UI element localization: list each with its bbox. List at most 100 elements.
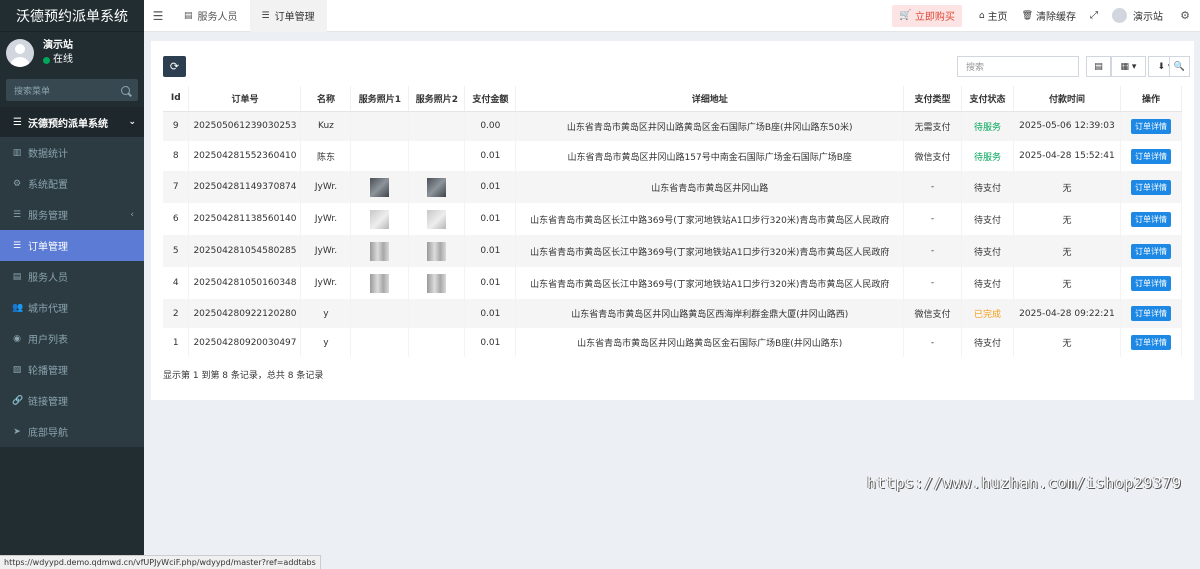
sidebar-item-user-list[interactable]: ◉ 用户列表 — [0, 323, 144, 354]
column-header[interactable]: Id — [163, 86, 190, 112]
cell-pay-type: - — [903, 328, 963, 357]
watermark-url: https://www.huzhan.com/ishop29379 — [867, 474, 1182, 492]
column-header[interactable]: 操作 — [1120, 86, 1183, 112]
clear-cache-link[interactable]: 🗑 清除缓存 — [1022, 8, 1076, 24]
sidebar-item-label: 城市代理 — [28, 304, 68, 315]
cell-address: 山东省青岛市黄岛区长江中路369号(丁家河地铁站A1口步行320米)青岛市黄岛区… — [515, 267, 905, 299]
sidebar-item-bottom-nav[interactable]: ➤ 底部导航 — [0, 416, 144, 447]
service-photo-thumbnail[interactable] — [370, 177, 390, 197]
cell-id: 9 — [163, 111, 190, 141]
avatar — [1112, 8, 1127, 23]
sidebar-item-system-config[interactable]: ⚙ 系统配置 — [0, 168, 144, 199]
order-detail-button[interactable]: 订单详情 — [1130, 335, 1171, 350]
column-header[interactable]: 支付金额 — [464, 86, 517, 112]
cell-pay-status: 待服务 — [961, 111, 1014, 141]
cell-name: JyWr. — [300, 267, 352, 299]
sidebar-item-label: 轮播管理 — [28, 366, 68, 377]
column-header[interactable]: 支付类型 — [903, 86, 963, 112]
column-header[interactable]: 详细地址 — [515, 86, 905, 112]
cell-name: 陈东 — [300, 141, 352, 171]
idcard-icon: ▤ — [184, 10, 193, 21]
refresh-button[interactable]: ⟳ — [163, 56, 186, 77]
search-icon[interactable] — [121, 85, 130, 95]
cell-pay-status: 待支付 — [961, 203, 1014, 235]
service-photo-thumbnail[interactable] — [370, 241, 390, 261]
action-cell: 订单详情 — [1120, 203, 1183, 235]
column-header[interactable]: 服务照片2 — [408, 86, 466, 112]
chevron-left-icon: ‹ — [130, 209, 134, 220]
advanced-search-button[interactable]: 🔍 — [1169, 56, 1190, 77]
service-photo-cell — [350, 203, 410, 235]
cell-pay-type: - — [903, 235, 963, 267]
order-detail-button[interactable]: 订单详情 — [1130, 148, 1171, 164]
cell-address: 山东省青岛市黄岛区井冈山路黄岛区西海岸利群金鼎大厦(井冈山路西) — [515, 299, 905, 328]
service-photo-cell — [408, 267, 466, 299]
cell-order-no: 202505061239030253 — [188, 111, 302, 141]
service-photo-cell — [350, 111, 410, 141]
cart-icon: 🛒 — [899, 10, 912, 21]
sidebar-search-input[interactable]: 搜索菜单 — [6, 79, 138, 101]
cell-amount: 0.01 — [464, 171, 517, 203]
cell-id: 7 — [163, 171, 190, 203]
order-detail-button[interactable]: 订单详情 — [1130, 118, 1171, 134]
sidebar-item-service-staff[interactable]: ▤ 服务人员 — [0, 261, 144, 292]
tab-order-management[interactable]: ☰ 订单管理 — [249, 0, 327, 32]
cell-pay-status: 待支付 — [961, 235, 1014, 267]
pagination-info: 显示第 1 到第 8 条记录，总共 8 条记录 — [163, 371, 324, 381]
service-photo-thumbnail[interactable] — [427, 177, 447, 197]
sidebar-item-label: 链接管理 — [28, 397, 68, 408]
service-photo-cell — [408, 203, 466, 235]
cell-pay-time: 2025-04-28 09:22:21 — [1013, 299, 1121, 328]
list-icon: ☰ — [12, 209, 22, 220]
action-cell: 订单详情 — [1120, 141, 1183, 171]
app-title[interactable]: 沃德预约派单系统 — [0, 0, 144, 32]
service-photo-thumbnail[interactable] — [427, 209, 447, 229]
send-icon: ➤ — [13, 426, 21, 437]
home-link[interactable]: ⌂ 主页 — [979, 8, 1008, 24]
cell-pay-time: 无 — [1013, 203, 1121, 235]
menu-toggle-icon[interactable]: ☰ — [144, 9, 172, 23]
service-photo-thumbnail[interactable] — [370, 273, 390, 293]
service-photo-thumbnail[interactable] — [427, 273, 447, 293]
columns-button[interactable]: ▦ ▾ — [1111, 56, 1146, 77]
user-menu[interactable]: 演示站 — [1112, 8, 1163, 23]
buy-now-button[interactable]: 🛒 立即购买 — [892, 4, 962, 27]
cell-pay-status: 待支付 — [961, 328, 1014, 357]
table-row: 6 202504281138560140 JyWr. 0.01 山东省青岛市黄岛区长江中… — [163, 203, 1183, 235]
cell-order-no: 202504281149370874 — [188, 171, 302, 203]
image-icon: ▨ — [12, 364, 22, 375]
cell-order-no: 202504281552360410 — [188, 141, 302, 171]
sidebar-item-link-management[interactable]: 🔗 链接管理 — [0, 385, 144, 416]
column-header[interactable]: 名称 — [300, 86, 352, 112]
cell-pay-status: 待支付 — [961, 267, 1014, 299]
sidebar-item-service-management[interactable]: ☰ 服务管理 ‹ — [0, 199, 144, 230]
link-icon: 🔗 — [12, 395, 24, 406]
tab-service-staff[interactable]: ▤ 服务人员 — [172, 0, 250, 32]
order-detail-button[interactable]: 订单详情 — [1130, 211, 1171, 227]
order-detail-button[interactable]: 订单详情 — [1130, 275, 1171, 291]
gear-icon[interactable]: ⚙ — [1170, 9, 1200, 22]
sidebar-item-banner-management[interactable]: ▨ 轮播管理 — [0, 354, 144, 385]
service-photo-thumbnail[interactable] — [370, 209, 390, 229]
column-header[interactable]: 订单号 — [188, 86, 302, 112]
idcard-icon: ▤ — [12, 271, 22, 282]
sidebar-item-city-agent[interactable]: 👥 城市代理 — [0, 292, 144, 323]
service-photo-thumbnail[interactable] — [427, 241, 447, 261]
table-search-input[interactable]: 搜索 — [957, 56, 1079, 77]
cell-address: 山东省青岛市黄岛区井冈山路黄岛区金石国际广场B座(井冈山路东) — [515, 328, 905, 357]
cell-pay-type: 微信支付 — [903, 141, 963, 171]
order-detail-button[interactable]: 订单详情 — [1130, 306, 1171, 321]
column-header[interactable]: 服务照片1 — [350, 86, 410, 112]
column-header[interactable]: 支付状态 — [961, 86, 1014, 112]
order-detail-button[interactable]: 订单详情 — [1130, 179, 1171, 195]
avatar — [6, 39, 34, 67]
sidebar-group-header[interactable]: ☰ 沃德预约派单系统 ⌄ — [0, 107, 144, 137]
order-detail-button[interactable]: 订单详情 — [1130, 243, 1171, 259]
sidebar-item-label: 服务管理 — [28, 211, 68, 222]
sidebar-item-data-stats[interactable]: ▥ 数据统计 — [0, 137, 144, 168]
fullscreen-button[interactable]: ⤢ — [1090, 10, 1098, 21]
column-header[interactable]: 付款时间 — [1013, 86, 1121, 112]
toggle-view-button[interactable]: ▤ — [1086, 56, 1111, 77]
cell-name: JyWr. — [300, 171, 352, 203]
sidebar-item-order-management[interactable]: ☰ 订单管理 — [0, 230, 144, 261]
